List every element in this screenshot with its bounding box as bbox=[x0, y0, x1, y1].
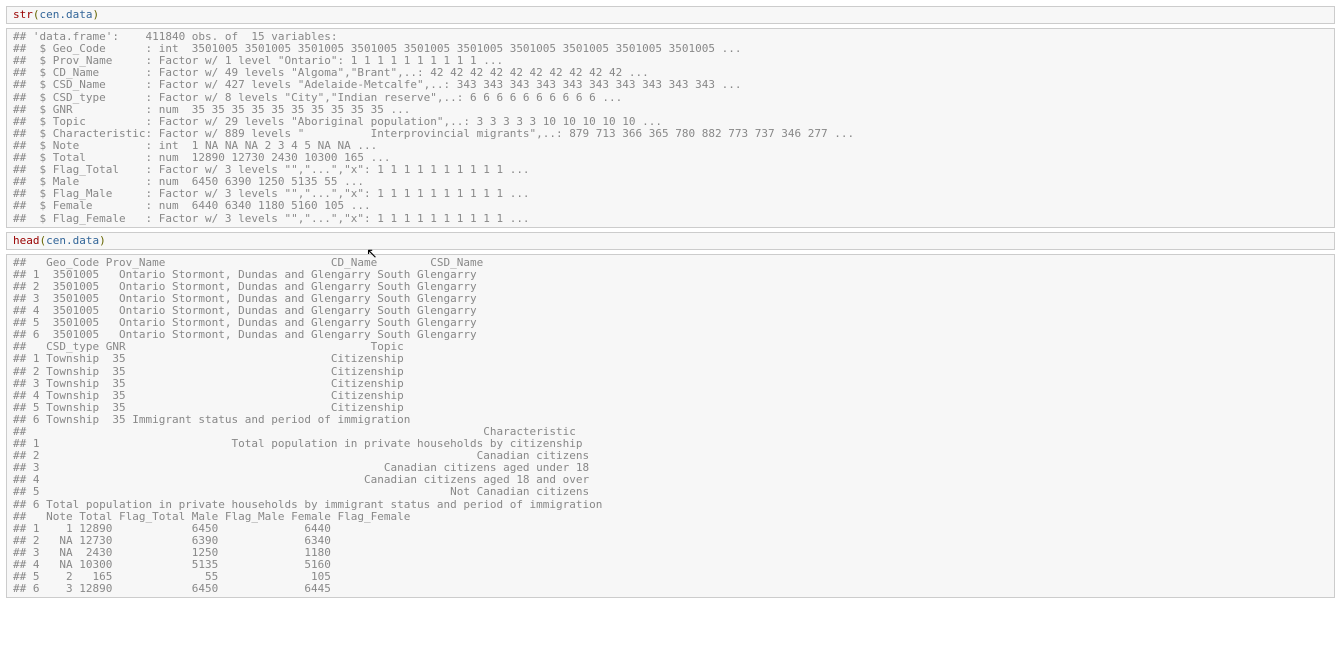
argument: cen.data bbox=[46, 234, 99, 247]
code-input-head: head(cen.data) bbox=[6, 232, 1335, 250]
function-name: str bbox=[13, 8, 33, 21]
output-head: ## Geo_Code Prov_Name CD_Name CSD_Name #… bbox=[6, 254, 1335, 599]
output-str: ## 'data.frame': 411840 obs. of 15 varia… bbox=[6, 28, 1335, 228]
function-name: head bbox=[13, 234, 40, 247]
paren-close: ) bbox=[99, 234, 106, 247]
paren-close: ) bbox=[92, 8, 99, 21]
argument: cen.data bbox=[40, 8, 93, 21]
code-input-str: str(cen.data) bbox=[6, 6, 1335, 24]
paren-open: ( bbox=[33, 8, 40, 21]
